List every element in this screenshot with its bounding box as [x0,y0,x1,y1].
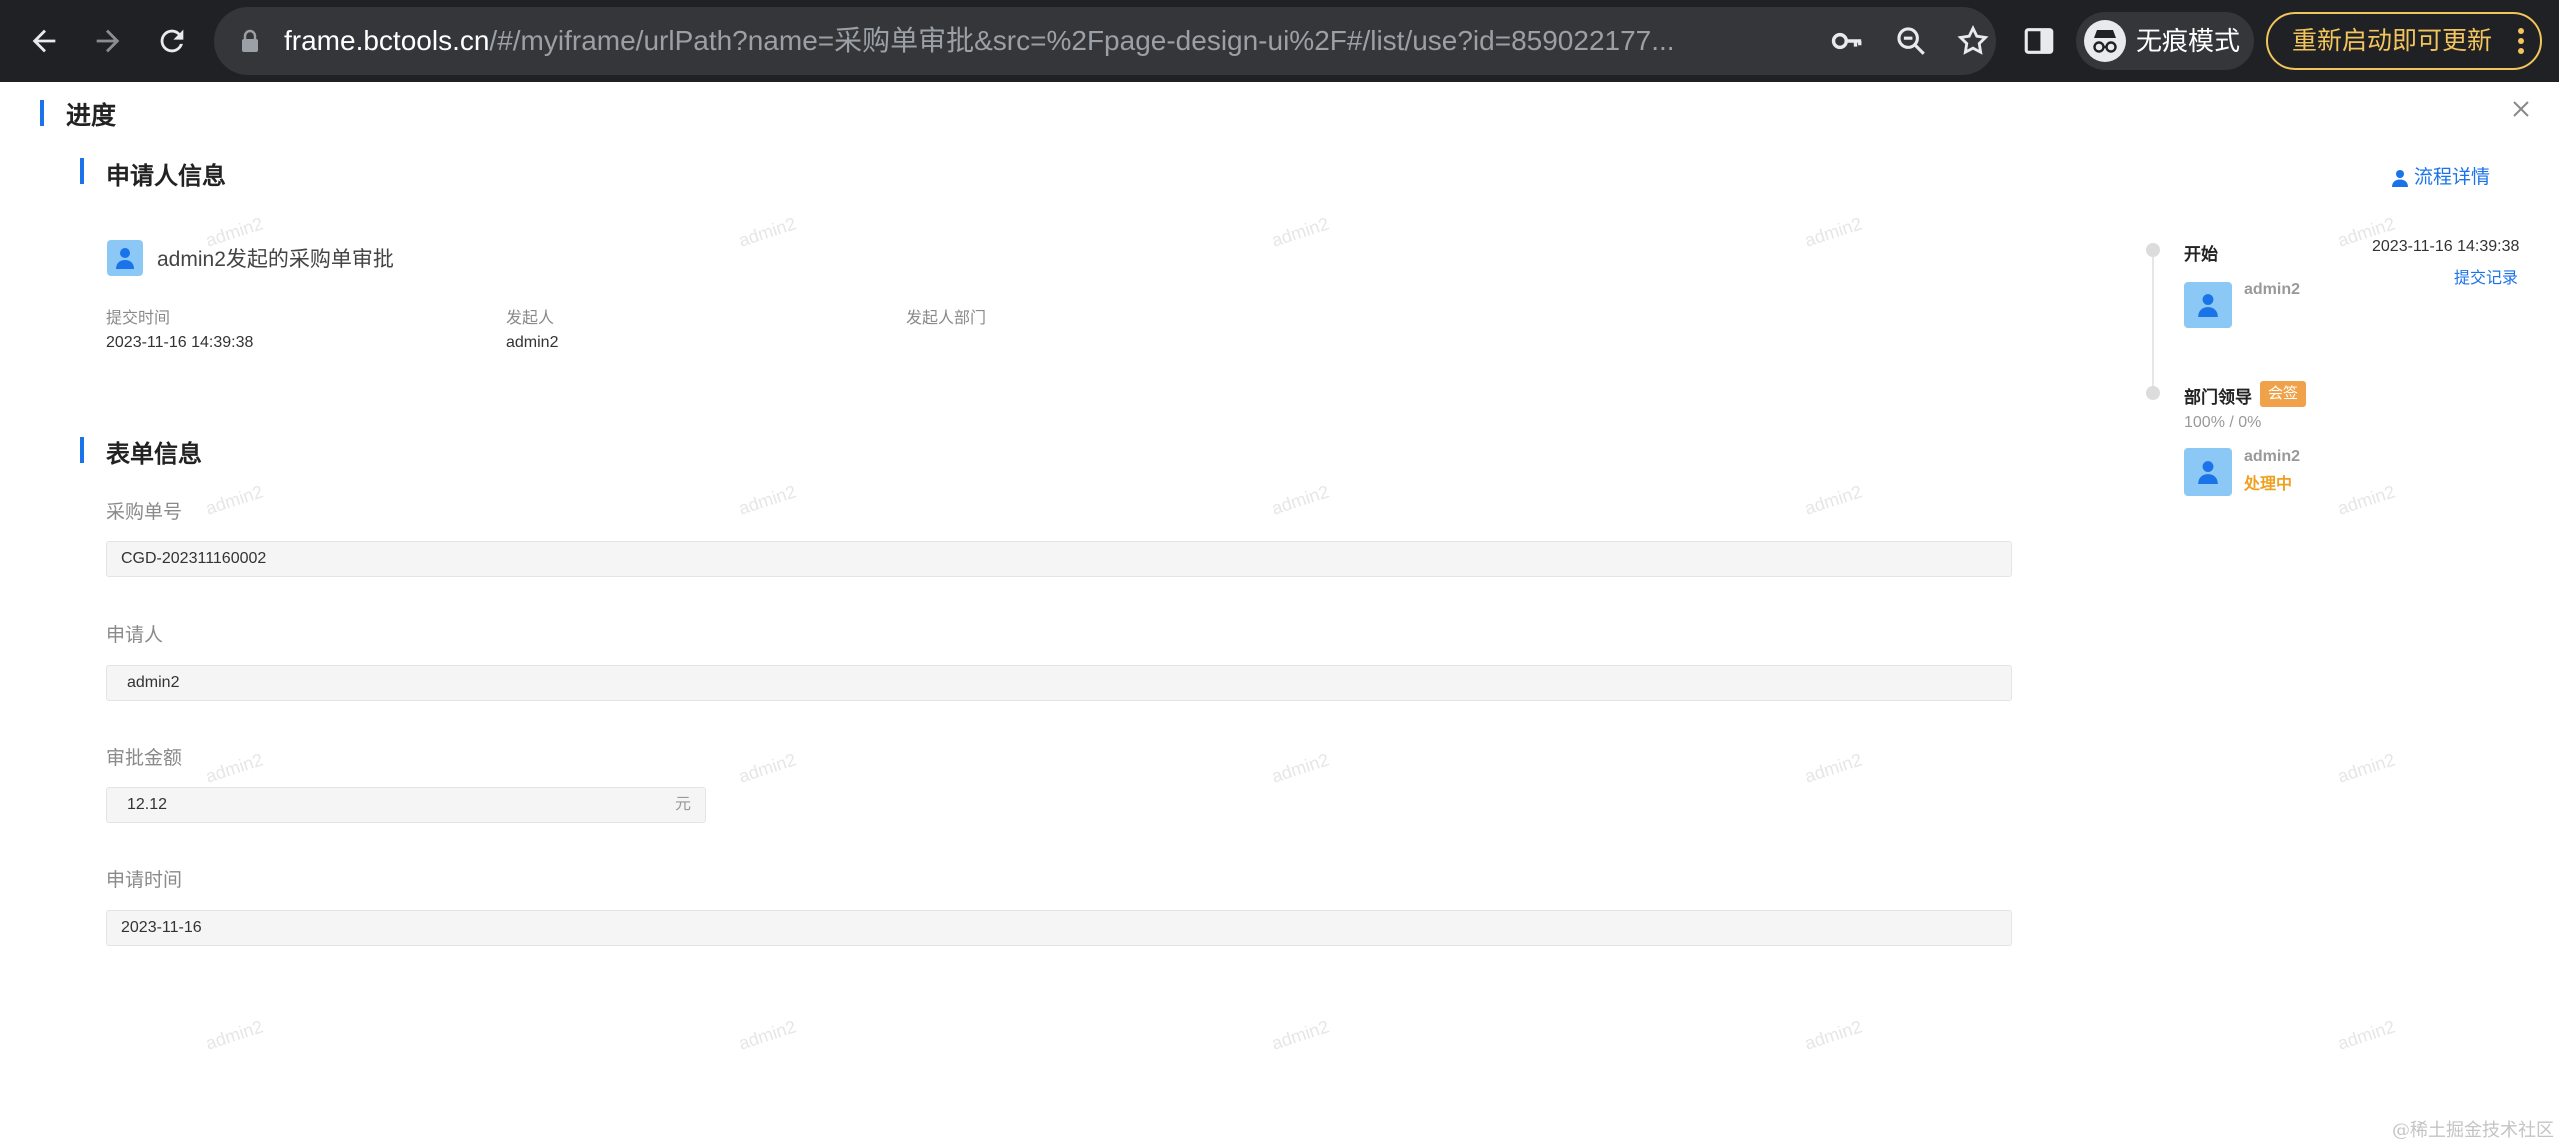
order-number-field[interactable]: CGD-202311160002 [106,541,2012,577]
user-icon [116,248,134,269]
amount-value: 12.12 [127,796,168,813]
title-accent-bar [40,100,44,126]
incognito-label: 无痕模式 [2136,26,2241,56]
back-arrow-icon [32,29,56,53]
watermark-text: admin2 [736,213,799,251]
submit-record-link[interactable]: 提交记录 [2454,264,2518,288]
update-label: 重新启动即可更新 [2292,27,2493,55]
incognito-indicator[interactable]: 无痕模式 [2076,12,2254,70]
form-section-bar [80,437,84,463]
countersign-badge: 会签 [2260,381,2306,407]
node-start-time: 2023-11-16 14:39:38 [2372,238,2520,255]
avatar [2184,448,2232,496]
forward-arrow-icon [96,29,120,53]
watermark-text: admin2 [1269,1016,1332,1054]
watermark-text: admin2 [1802,213,1865,251]
amount-unit: 元 [674,796,691,813]
user-icon [2392,170,2408,187]
page-title: 进度 [66,102,117,130]
corner-watermark: @稀土掘金技术社区 [2392,1120,2554,1141]
forward-button[interactable] [84,17,132,65]
initiator-label: 发起人 [506,310,555,327]
watermark-text: admin2 [736,1016,799,1054]
user-icon [2198,461,2218,484]
watermark-text: admin2 [1269,213,1332,251]
avatar [107,240,143,276]
watermark-text: admin2 [203,1016,266,1054]
reload-icon [160,29,184,53]
relaunch-update-button[interactable]: 重新启动即可更新 [2266,12,2542,70]
side-panel-icon[interactable] [2022,24,2056,58]
bookmark-star-icon[interactable] [1956,24,1990,58]
initiator-dept-label: 发起人部门 [906,310,987,327]
url-host: frame.bctools.cn [284,25,490,56]
avatar [2184,282,2232,328]
close-icon[interactable] [2510,98,2532,120]
apply-date-label: 申请时间 [106,870,183,891]
applicant-value: admin2 [127,674,180,691]
watermark-text: admin2 [2335,1016,2398,1054]
form-section-title: 表单信息 [106,441,202,468]
apply-date-value: 2023-11-16 [121,919,202,936]
address-bar[interactable]: frame.bctools.cn/#/myiframe/urlPath?name… [214,7,1996,75]
node-start-title: 开始 [2184,245,2218,264]
watermark-text: admin2 [736,481,799,519]
applicant-section-bar [80,158,84,184]
watermark-text: admin2 [2335,749,2398,787]
back-button[interactable] [20,17,68,65]
lock-icon [242,29,258,52]
key-icon[interactable] [1830,24,1864,58]
applicant-label: 申请人 [106,625,164,646]
watermark-text: admin2 [203,481,266,519]
watermark-text: admin2 [1802,749,1865,787]
launch-title: admin2发起的采购单审批 [157,248,394,271]
zoom-out-icon[interactable] [1894,24,1928,58]
initiator-value: admin2 [506,334,559,351]
more-menu-icon [2518,28,2524,54]
timeline-dot-dept [2146,386,2160,400]
node-dept-progress: 100% / 0% [2184,414,2262,431]
timeline-line [2152,252,2154,392]
reload-button[interactable] [148,17,196,65]
amount-label: 审批金额 [106,748,183,769]
submit-time-label: 提交时间 [106,310,171,327]
watermark-text: admin2 [1269,481,1332,519]
submit-time-value: 2023-11-16 14:39:38 [106,334,254,351]
flow-detail-label: 流程详情 [2414,167,2491,188]
node-dept-title: 部门领导 [2184,388,2252,407]
user-icon [2198,294,2218,317]
order-number-value: CGD-202311160002 [121,550,267,567]
node-dept-status: 处理中 [2244,476,2293,493]
browser-toolbar: frame.bctools.cn/#/myiframe/urlPath?name… [0,0,2559,82]
watermark-text: admin2 [203,749,266,787]
watermark-text: admin2 [1269,749,1332,787]
node-start-user: admin2 [2244,281,2301,298]
order-number-label: 采购单号 [106,502,183,523]
applicant-section-title: 申请人信息 [106,163,226,190]
applicant-field[interactable]: admin2 [106,665,2012,701]
incognito-icon [2084,20,2126,62]
watermark-text: admin2 [736,749,799,787]
watermark-text: admin2 [2335,481,2398,519]
timeline-dot-start [2146,243,2160,257]
watermark-text: admin2 [1802,481,1865,519]
watermark-text: admin2 [1802,1016,1865,1054]
apply-date-field[interactable]: 2023-11-16 [106,910,2012,946]
url-text[interactable]: frame.bctools.cn/#/myiframe/urlPath?name… [284,7,1844,75]
amount-field[interactable]: 12.12 元 [106,787,706,823]
node-dept-user: admin2 [2244,448,2301,465]
url-path: /#/myiframe/urlPath?name=采购单审批&src=%2Fpa… [489,25,1675,56]
